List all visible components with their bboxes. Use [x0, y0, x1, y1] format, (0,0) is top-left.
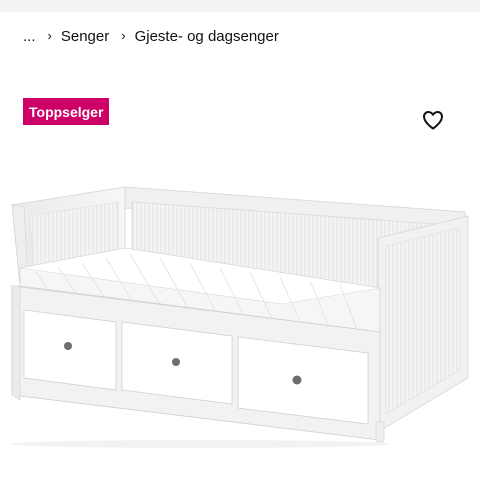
chevron-right-icon: ›: [47, 27, 52, 43]
top-bar: [0, 0, 480, 12]
daybed-image: [10, 186, 469, 448]
heart-icon: [423, 111, 443, 130]
breadcrumb-item-gjeste-og-dagsenger[interactable]: Gjeste- og dagsenger: [135, 28, 279, 45]
breadcrumb-item-senger[interactable]: Senger: [61, 28, 109, 45]
breadcrumb: ... › Senger › Gjeste- og dagsenger: [23, 24, 279, 48]
breadcrumb-ellipsis[interactable]: ...: [23, 28, 36, 45]
top-seller-badge: Toppselger: [23, 98, 110, 125]
favorite-button[interactable]: [421, 108, 445, 132]
chevron-right-icon: ›: [121, 27, 126, 43]
